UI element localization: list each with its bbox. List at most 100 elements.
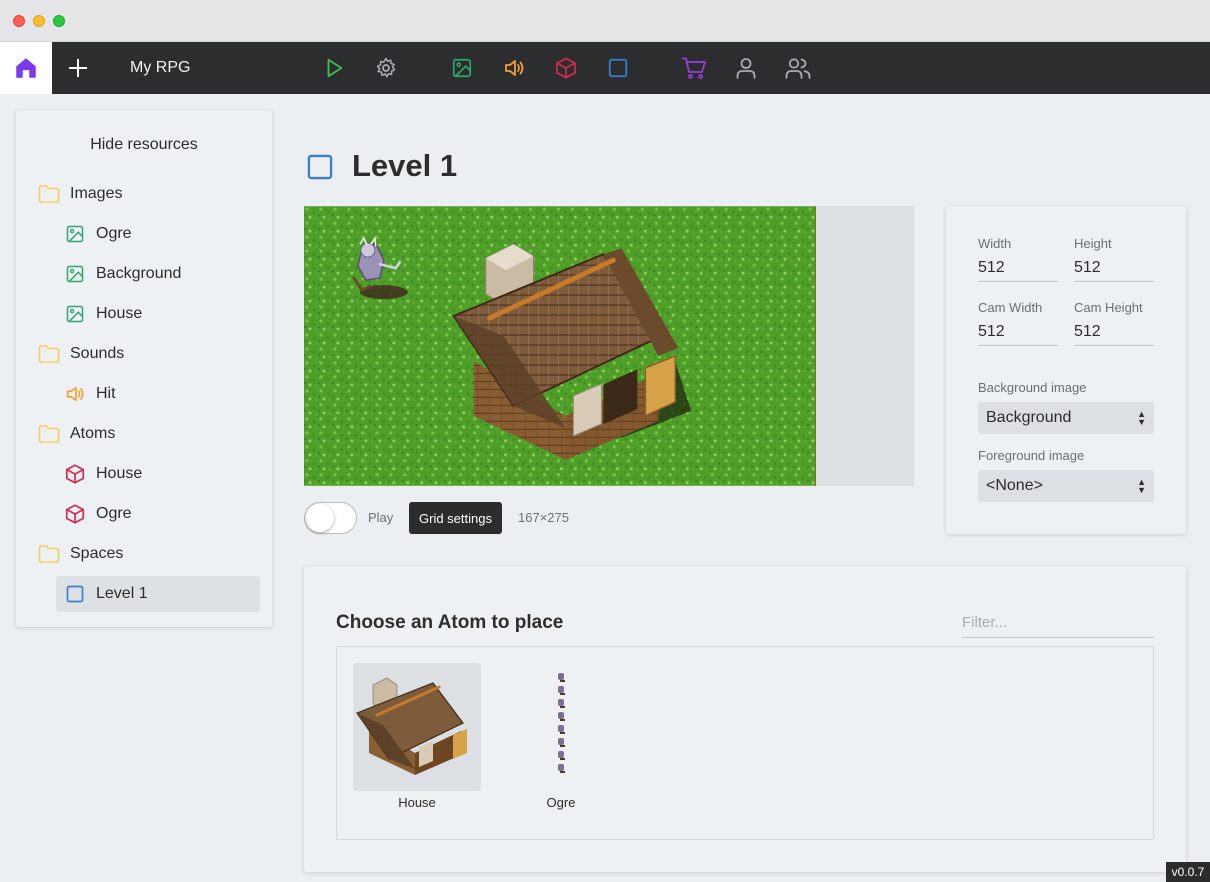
add-resource-button[interactable]: [52, 42, 104, 94]
folder-label: Sounds: [70, 345, 125, 362]
hide-resources-button[interactable]: Hide resources: [16, 136, 272, 154]
atom-tile-house[interactable]: [353, 663, 481, 791]
atom-grid: House Ogre: [336, 646, 1154, 840]
folder-spaces[interactable]: Spaces: [38, 536, 258, 572]
resource-label: House: [96, 305, 143, 322]
foreground-image-value: <None>: [986, 477, 1043, 494]
sound-icon: [505, 60, 524, 76]
account-button[interactable]: [720, 42, 772, 94]
images-button[interactable]: [436, 42, 488, 94]
resource-image-house[interactable]: House: [56, 296, 260, 332]
house-thumbnail: [356, 677, 467, 775]
atom-label-ogre: Ogre: [546, 795, 576, 810]
play-label: Play: [368, 510, 394, 525]
resource-label: Level 1: [96, 585, 148, 602]
folder-label: Atoms: [70, 425, 116, 442]
resources-sidebar: Hide resources Images Ogre Background Ho…: [16, 110, 272, 627]
resource-label: House: [96, 465, 143, 482]
cam-height-label: Cam Height: [1074, 300, 1143, 315]
atoms-button[interactable]: [540, 42, 592, 94]
folder-label: Spaces: [70, 545, 124, 562]
atom-label-house: House: [398, 795, 436, 810]
sound-icon: [64, 383, 86, 405]
resource-atom-house[interactable]: House: [56, 456, 260, 492]
cam-width-input[interactable]: [978, 318, 1058, 346]
cam-width-label: Cam Width: [978, 300, 1043, 315]
play-icon: [327, 58, 343, 78]
sounds-button[interactable]: [488, 42, 540, 94]
home-icon: [16, 58, 36, 78]
space-icon: [306, 153, 334, 186]
resource-label: Hit: [96, 385, 116, 402]
height-label: Height: [1074, 236, 1112, 251]
image-icon: [64, 303, 86, 325]
maximize-window-button[interactable]: [53, 15, 65, 27]
team-button[interactable]: [772, 42, 824, 94]
play-toggle-knob: [306, 504, 334, 532]
atom-filter-input[interactable]: [962, 608, 1154, 638]
resource-sound-hit[interactable]: Hit: [56, 376, 260, 412]
ogre-spritesheet-thumbnail: [558, 673, 565, 773]
space-properties-panel: Width Height Cam Width Cam Height Backgr…: [946, 206, 1186, 534]
image-icon: [64, 223, 86, 245]
atom-chooser-panel: Choose an Atom to place House: [304, 566, 1186, 872]
version-badge: v0.0.7: [1166, 862, 1210, 882]
level-editor-viewport[interactable]: [304, 206, 914, 486]
foreground-image-select[interactable]: <None> ▲ ▼: [978, 470, 1154, 502]
atom-tile-ogre[interactable]: [497, 663, 625, 791]
width-input[interactable]: [978, 254, 1058, 282]
atom-icon: [64, 503, 86, 525]
level-canvas[interactable]: [304, 206, 816, 486]
folder-label: Images: [70, 185, 123, 202]
store-button[interactable]: [668, 42, 720, 94]
spaces-button[interactable]: [592, 42, 644, 94]
atom-chooser-title: Choose an Atom to place: [336, 612, 564, 633]
grid-settings-button[interactable]: Grid settings: [409, 502, 502, 534]
play-toggle[interactable]: [304, 502, 357, 534]
gear-icon: [376, 57, 396, 78]
plus-icon: [68, 58, 88, 78]
folder-images[interactable]: Images: [38, 176, 258, 212]
minimize-window-button[interactable]: [33, 15, 45, 27]
folder-atoms[interactable]: Atoms: [38, 416, 258, 452]
resource-space-level-1[interactable]: Level 1: [56, 576, 260, 612]
folder-icon: [38, 343, 60, 365]
background-image-label: Background image: [978, 380, 1087, 395]
top-toolbar: My RPG: [0, 42, 1210, 94]
close-window-button[interactable]: [13, 15, 25, 27]
cam-height-input[interactable]: [1074, 318, 1154, 346]
height-input[interactable]: [1074, 254, 1154, 282]
settings-button[interactable]: [360, 42, 412, 94]
image-icon: [452, 58, 472, 78]
folder-sounds[interactable]: Sounds: [38, 336, 258, 372]
folder-icon: [38, 423, 60, 445]
cursor-coordinates: 167×275: [518, 510, 569, 525]
space-icon: [608, 58, 628, 78]
space-icon: [64, 583, 86, 605]
folder-icon: [38, 183, 60, 205]
user-icon: [736, 58, 756, 79]
page-title: Level 1: [352, 148, 458, 183]
users-icon: [785, 58, 811, 79]
select-arrows-icon: ▲ ▼: [1137, 477, 1146, 495]
resource-label: Background: [96, 265, 182, 282]
atom-icon: [64, 463, 86, 485]
resource-label: Ogre: [96, 225, 132, 242]
window-titlebar: [0, 0, 1210, 42]
resource-atom-ogre[interactable]: Ogre: [56, 496, 260, 532]
folder-icon: [38, 543, 60, 565]
background-image-select[interactable]: Background ▲ ▼: [978, 402, 1154, 434]
app-title: My RPG: [130, 59, 191, 76]
select-arrows-icon: ▲ ▼: [1137, 409, 1146, 427]
play-button[interactable]: [308, 42, 360, 94]
resource-label: Ogre: [96, 505, 132, 522]
image-icon: [64, 263, 86, 285]
foreground-image-label: Foreground image: [978, 448, 1085, 463]
background-image-value: Background: [986, 409, 1072, 426]
cart-icon: [681, 57, 706, 79]
atom-icon: [556, 57, 576, 79]
width-label: Width: [978, 236, 1012, 251]
resource-image-ogre[interactable]: Ogre: [56, 216, 260, 252]
home-button[interactable]: [0, 42, 52, 94]
resource-image-background[interactable]: Background: [56, 256, 260, 292]
